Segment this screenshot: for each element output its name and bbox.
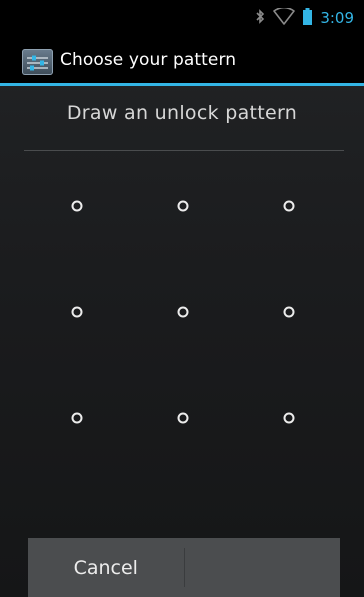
status-icons: 3:09 <box>256 6 354 29</box>
pattern-dot[interactable] <box>177 200 189 212</box>
pattern-dot[interactable] <box>71 412 83 424</box>
pattern-instruction: Draw an unlock pattern <box>66 102 298 124</box>
wifi-icon <box>273 6 296 29</box>
continue-button[interactable] <box>185 538 341 597</box>
pattern-dot[interactable] <box>283 306 295 318</box>
pattern-dot[interactable] <box>283 200 295 212</box>
status-bar: 3:09 <box>0 0 364 36</box>
screen: 3:09 Choose your pattern Draw an unlock … <box>0 0 364 597</box>
page-title: Choose your pattern <box>60 50 237 70</box>
title-bar: Choose your pattern <box>0 36 364 86</box>
bluetooth-icon <box>256 8 265 28</box>
battery-icon <box>303 7 313 29</box>
pattern-dot[interactable] <box>71 306 83 318</box>
pattern-dot[interactable] <box>177 412 189 424</box>
pattern-dot[interactable] <box>177 306 189 318</box>
status-time: 3:09 <box>320 9 354 27</box>
pattern-grid[interactable] <box>0 150 364 520</box>
pattern-dot[interactable] <box>283 412 295 424</box>
button-bar: Cancel <box>28 538 340 597</box>
settings-app-icon[interactable] <box>22 49 53 75</box>
cancel-button[interactable]: Cancel <box>28 538 184 597</box>
pattern-dot[interactable] <box>71 200 83 212</box>
